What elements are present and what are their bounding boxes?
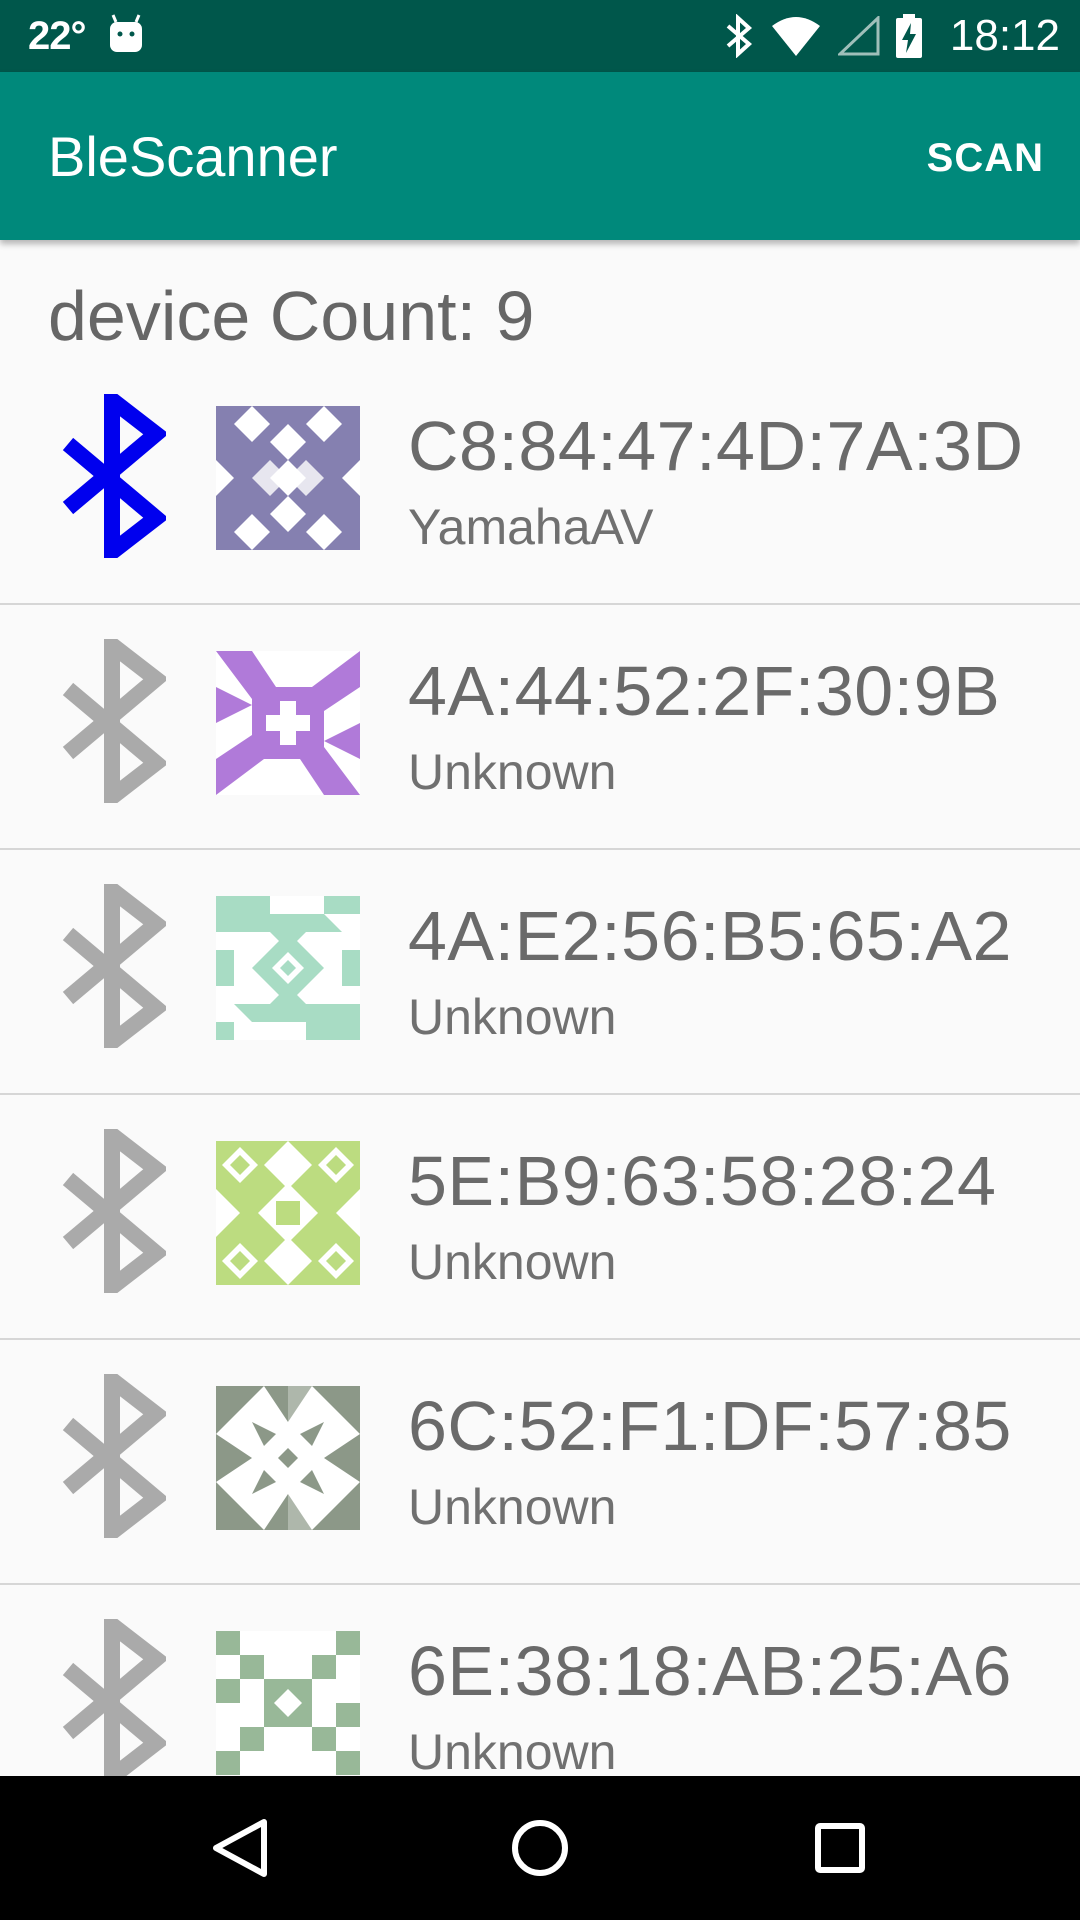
device-name: Unknown <box>408 744 617 800</box>
identicon-avatar <box>216 1141 360 1285</box>
device-name: YamahaAV <box>408 499 654 555</box>
bluetooth-icon <box>62 1374 166 1538</box>
device-name: Unknown <box>408 1234 617 1290</box>
bluetooth-icon <box>726 14 752 58</box>
scan-button[interactable]: SCAN <box>927 136 1044 181</box>
bluetooth-icon <box>62 394 166 558</box>
app-title: BleScanner <box>48 125 338 188</box>
wifi-icon <box>771 17 820 56</box>
identicon-avatar <box>216 651 360 795</box>
device-mac: 4A:44:52:2F:30:9B <box>408 652 1001 730</box>
clock: 18:12 <box>949 11 1060 60</box>
identicon-avatar <box>216 1631 360 1775</box>
identicon-avatar <box>216 1386 360 1530</box>
device-mac: 6C:52:F1:DF:57:85 <box>408 1387 1012 1465</box>
device-mac: 5E:B9:63:58:28:24 <box>408 1142 997 1220</box>
home-icon[interactable] <box>510 1818 570 1878</box>
back-icon[interactable] <box>210 1818 270 1878</box>
navigation-bar <box>0 1776 1080 1920</box>
device-mac: C8:84:47:4D:7A:3D <box>408 407 1024 485</box>
temperature: 22° <box>28 14 86 58</box>
device-row[interactable]: 6E:38:18:AB:25:A6 Unknown <box>0 1585 1080 1776</box>
battery-charging-icon <box>895 14 922 58</box>
status-bar: 22° 18:12 <box>0 0 1080 72</box>
device-row[interactable]: 4A:44:52:2F:30:9B Unknown <box>0 605 1080 850</box>
device-name: Unknown <box>408 1479 617 1535</box>
device-name: Unknown <box>408 989 617 1045</box>
signal-icon <box>837 16 880 56</box>
device-name: Unknown <box>408 1724 617 1776</box>
device-count: device Count: 9 <box>48 277 535 355</box>
app-bar: BleScanner SCAN <box>0 72 1080 240</box>
identicon-avatar <box>216 896 360 1040</box>
recents-icon[interactable] <box>814 1822 866 1874</box>
device-row[interactable]: 4A:E2:56:B5:65:A2 Unknown <box>0 850 1080 1095</box>
bluetooth-icon <box>62 639 166 803</box>
device-row[interactable]: 6C:52:F1:DF:57:85 Unknown <box>0 1340 1080 1585</box>
identicon-avatar <box>216 406 360 550</box>
bluetooth-icon <box>62 1129 166 1293</box>
device-list-screen: device Count: 9 C8:84:47:4D:7A:3D Yamaha… <box>0 240 1080 1776</box>
device-mac: 4A:E2:56:B5:65:A2 <box>408 897 1012 975</box>
device-row[interactable]: 5E:B9:63:58:28:24 Unknown <box>0 1095 1080 1340</box>
device-mac: 6E:38:18:AB:25:A6 <box>408 1632 1012 1710</box>
android-icon <box>110 14 142 52</box>
bluetooth-icon <box>62 1619 166 1776</box>
device-list[interactable]: C8:84:47:4D:7A:3D YamahaAV 4A:44:52:2F:3… <box>0 360 1080 1776</box>
device-row[interactable]: C8:84:47:4D:7A:3D YamahaAV <box>0 360 1080 605</box>
bluetooth-icon <box>62 884 166 1048</box>
